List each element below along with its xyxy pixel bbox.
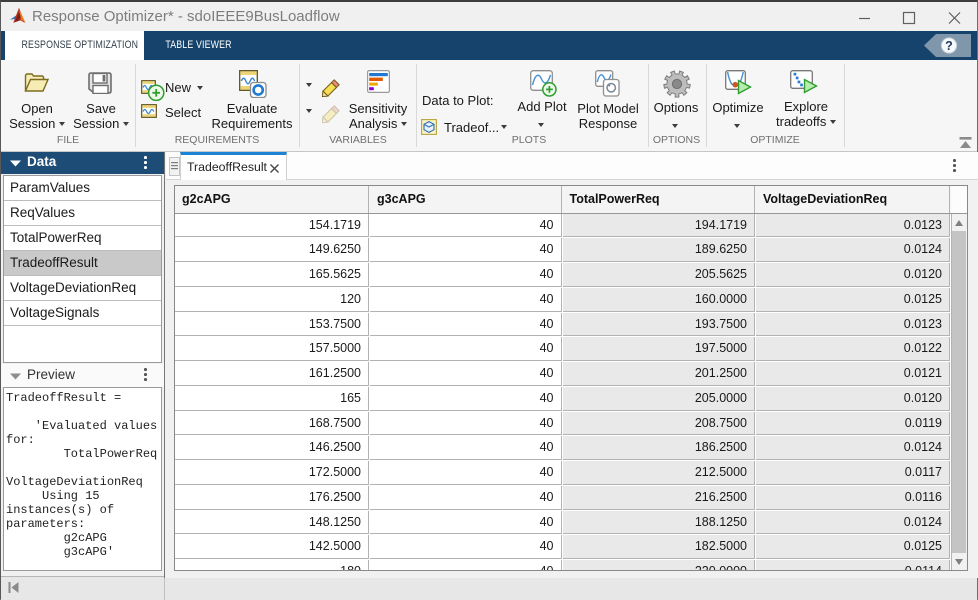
svg-text:?: ? — [945, 39, 953, 53]
